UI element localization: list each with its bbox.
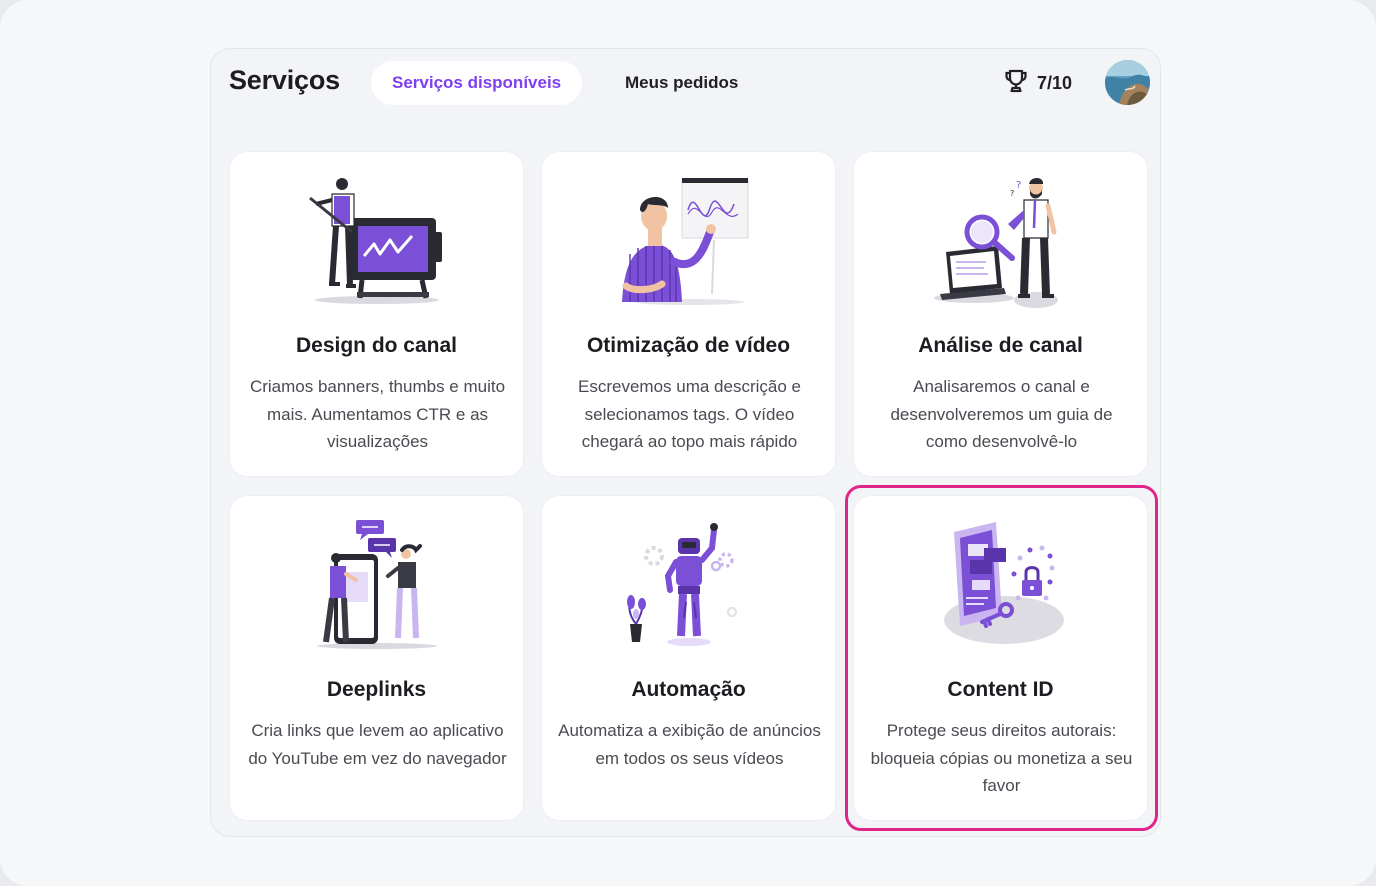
robot-icon [614,518,764,658]
lock-key-shield-icon [926,518,1076,658]
svg-text:?: ? [1016,180,1021,191]
service-title: Automação [631,678,746,701]
service-title: Content ID [947,678,1054,701]
services-panel: Serviços Serviços disponíveis Meus pedid… [210,48,1161,837]
user-avatar[interactable] [1105,60,1150,105]
tab-available-services[interactable]: Serviços disponíveis [371,61,583,105]
service-card-channel-analysis[interactable]: ? ? Análise de canal Analisaremos o cana… [853,151,1148,477]
svg-text:?: ? [1010,189,1014,198]
header: Serviços Serviços disponíveis Meus pedid… [211,49,1160,119]
service-description: Automatiza a exibição de anúncios em tod… [558,721,821,768]
service-title: Otimização de vídeo [586,334,791,357]
phone-chat-icon [302,518,452,658]
score-display: 7/10 [1003,68,1072,98]
service-card-deeplinks[interactable]: Deeplinks Cria links que levem ao aplica… [229,495,524,821]
service-description: Analisaremos o canal e desenvolveremos u… [890,377,1113,451]
service-description: Criamos banners, thumbs e muito mais. Au… [249,377,506,451]
service-title: Deeplinks [326,678,427,701]
service-title: Design do canal [295,334,458,357]
page-title: Serviços [229,65,340,95]
page-background: Serviços Serviços disponíveis Meus pedid… [0,0,1376,886]
presenter-chart-icon [614,174,764,314]
service-card-design[interactable]: Design do canal Criamos banners, thumbs … [229,151,524,477]
service-card-automation[interactable]: Automação Automatiza a exibição de anúnc… [541,495,836,821]
service-card-video-optimization[interactable]: Otimização de vídeo Escrevemos uma descr… [541,151,836,477]
service-description: Cria links que levem ao aplicativo do Yo… [248,721,507,768]
score-value: 7/10 [1037,72,1073,93]
trophy-icon [1003,68,1029,99]
service-description: Escrevemos uma descrição e selecionamos … [578,377,801,451]
service-title: Análise de canal [918,334,1083,357]
service-description: Protege seus direitos autorais: bloqueia… [870,721,1133,795]
designer-drawing-icon [302,174,452,314]
service-card-content-id[interactable]: Content ID Protege seus direitos autorai… [853,495,1148,821]
tab-my-orders[interactable]: Meus pedidos [604,61,759,105]
magnifier-analysis-icon: ? ? [926,174,1076,314]
